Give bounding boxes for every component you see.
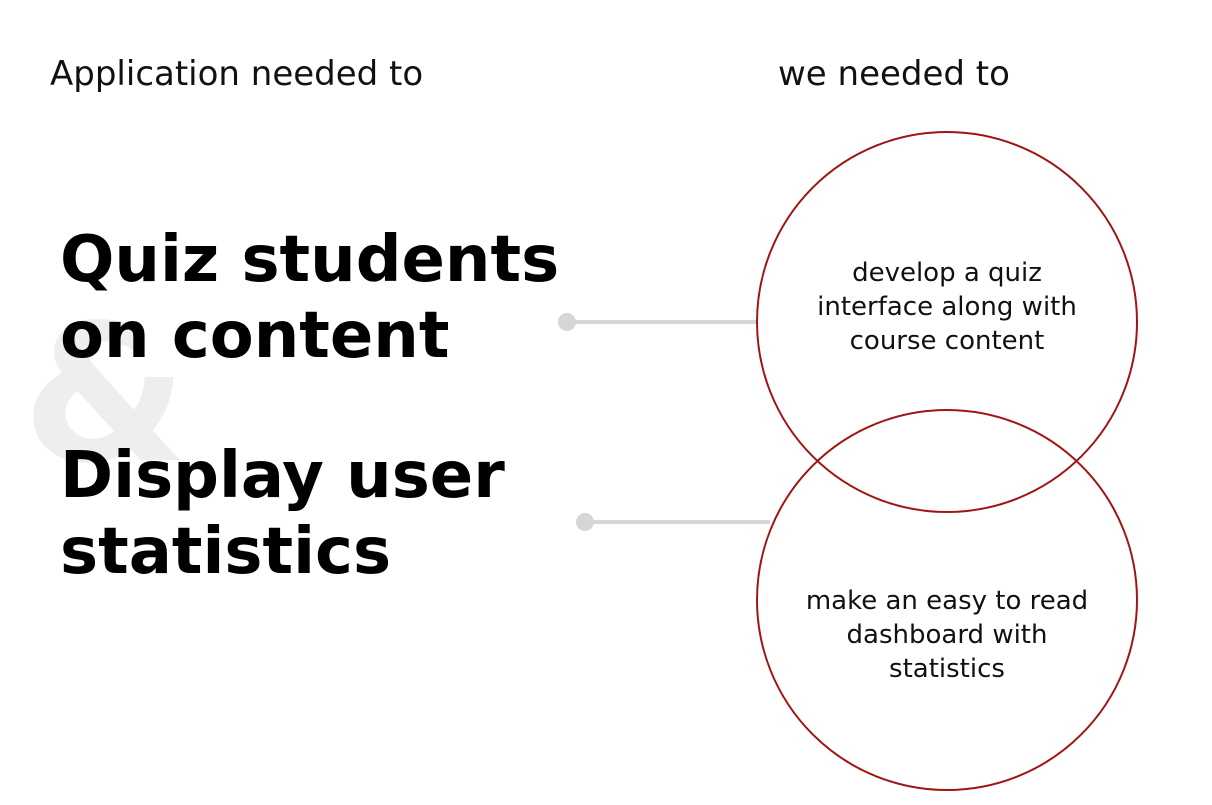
solution-text-quiz: develop a quiz interface along with cour… <box>817 258 1077 356</box>
solution-text-dashboard: make an easy to read dashboard with stat… <box>805 586 1089 684</box>
left-column-heading: Application needed to <box>50 54 424 94</box>
goal-title-statistics: Display user statistics <box>60 439 505 589</box>
goal-title-quiz: Quiz students on content <box>60 223 560 373</box>
right-column-heading: we needed to <box>778 54 1010 94</box>
